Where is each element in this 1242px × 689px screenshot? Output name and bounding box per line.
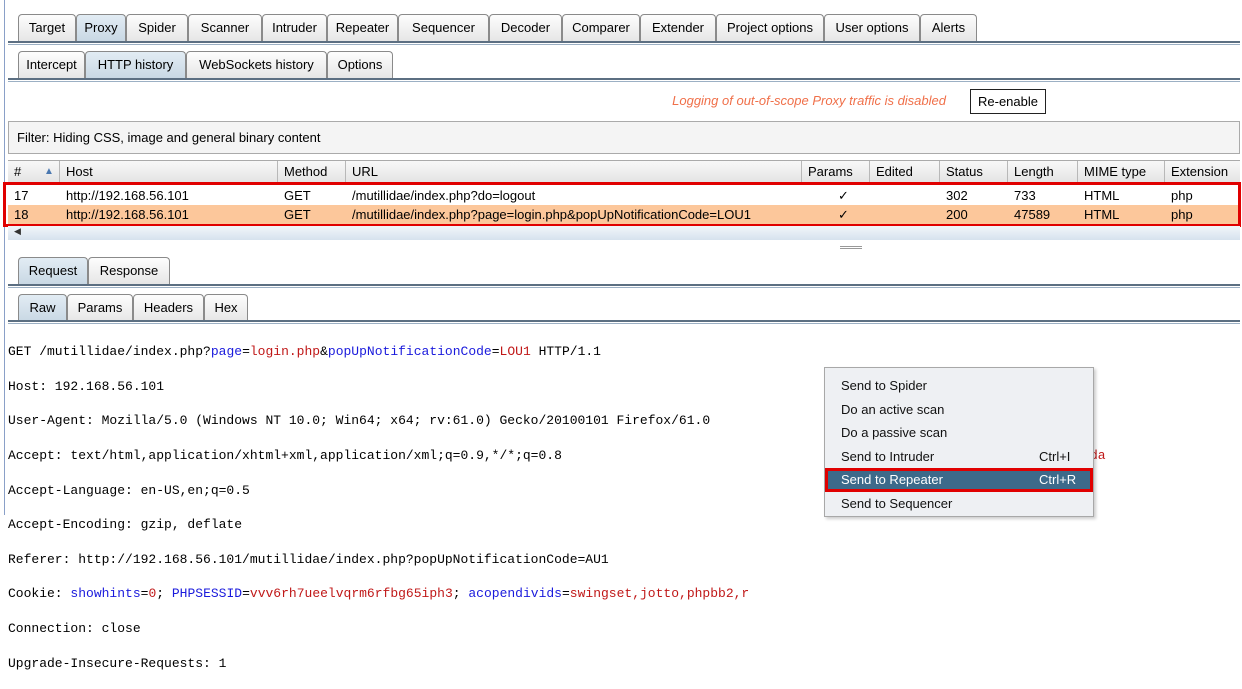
tab-request[interactable]: Request — [18, 257, 88, 284]
tab-repeater[interactable]: Repeater — [327, 14, 398, 41]
tab-intruder[interactable]: Intruder — [262, 14, 327, 41]
tab-spider[interactable]: Spider — [126, 14, 188, 41]
header-accept-encoding: Accept-Encoding: gzip, deflate — [8, 517, 243, 533]
logging-notice: Logging of out-of-scope Proxy traffic is… — [672, 93, 946, 108]
col-host[interactable]: Host — [60, 161, 278, 183]
horizontal-scrollbar[interactable]: ◀ — [8, 226, 1240, 240]
col-label: # — [14, 164, 22, 179]
tab-response[interactable]: Response — [88, 257, 170, 284]
tab-options[interactable]: Options — [327, 51, 393, 78]
menu-label: Send to Repeater — [841, 472, 943, 487]
menu-item-send-to-sequencer[interactable]: Send to Sequencer — [825, 492, 1093, 516]
menu-label: Send to Sequencer — [841, 495, 953, 511]
col-status[interactable]: Status — [940, 161, 1008, 183]
menu-item-active-scan[interactable]: Do an active scan — [825, 398, 1093, 422]
header-connection: Connection: close — [8, 621, 141, 637]
cookie-value: 0 — [148, 586, 157, 602]
menu-shortcut: Ctrl+I — [1039, 448, 1071, 464]
header-referer: Referer: http://192.168.56.101/mutillida… — [8, 551, 609, 567]
header-upgrade-insecure-requests: Upgrade-Insecure-Requests: 1 — [8, 655, 227, 671]
menu-label: Do an active scan — [841, 401, 945, 417]
cookie-name: PHPSESSID — [171, 586, 243, 602]
col-method[interactable]: Method — [278, 161, 346, 183]
col-length[interactable]: Length — [1008, 161, 1078, 183]
table-header: # ▲ Host Method URL Params Edited Status … — [8, 160, 1240, 183]
menu-label: Send to Spider — [841, 378, 928, 393]
text: = — [242, 344, 250, 360]
tab-proxy[interactable]: Proxy — [76, 14, 126, 41]
scroll-left-icon[interactable]: ◀ — [14, 226, 21, 237]
param-name: popUpNotificationCode — [327, 344, 492, 360]
menu-label: Send to Intruder — [841, 448, 935, 464]
tab-user-options[interactable]: User options — [824, 14, 920, 41]
tab-decoder[interactable]: Decoder — [489, 14, 562, 41]
tab-scanner[interactable]: Scanner — [188, 14, 262, 41]
reenable-button[interactable]: Re-enable — [970, 89, 1046, 114]
menu-item-passive-scan[interactable]: Do a passive scan — [825, 421, 1093, 445]
menu-item-send-to-repeater[interactable]: Send to Repeater Ctrl+R — [825, 468, 1093, 492]
divider — [8, 320, 1240, 324]
menu-label: Do a passive scan — [841, 425, 948, 440]
tab-params[interactable]: Params — [67, 294, 133, 321]
cookie-name: acopendivids — [468, 586, 562, 602]
col-mime-type[interactable]: MIME type — [1078, 161, 1165, 183]
menu-item-send-to-intruder[interactable]: Send to Intruder Ctrl+I — [825, 445, 1093, 469]
text: HTTP/1.1 — [530, 344, 601, 360]
tab-hex[interactable]: Hex — [204, 294, 248, 321]
request-line: GET /mutillidae/index.php?page=login.php… — [8, 343, 749, 360]
col-edited[interactable]: Edited — [870, 161, 940, 183]
header-cookie: Cookie: showhints=0; PHPSESSID=vvv6rh7ue… — [8, 586, 750, 602]
sort-ascending-icon: ▲ — [44, 166, 54, 177]
header-user-agent: User-Agent: Mozilla/5.0 (Windows NT 10.0… — [8, 413, 711, 429]
tab-comparer[interactable]: Comparer — [562, 14, 640, 41]
tab-http-history[interactable]: HTTP history — [85, 51, 186, 78]
context-menu: Send to Spider Do an active scan Do a pa… — [824, 367, 1094, 517]
param-value: login.php — [249, 344, 321, 360]
text: Cookie: — [8, 586, 71, 602]
divider — [8, 284, 1240, 288]
header-accept: Accept: text/html,application/xhtml+xml,… — [8, 448, 562, 464]
col-url[interactable]: URL — [346, 161, 802, 183]
header-accept-language: Accept-Language: en-US,en;q=0.5 — [8, 482, 250, 498]
tab-headers[interactable]: Headers — [133, 294, 204, 321]
tab-target[interactable]: Target — [18, 14, 76, 41]
col-extension[interactable]: Extension — [1165, 161, 1240, 183]
tab-alerts[interactable]: Alerts — [920, 14, 977, 41]
cookie-value: swingset,jotto,phpbb2,r — [569, 586, 750, 602]
tab-extender[interactable]: Extender — [640, 14, 716, 41]
menu-shortcut: Ctrl+R — [1039, 472, 1077, 487]
divider — [8, 41, 1240, 45]
menu-item-send-to-spider[interactable]: Send to Spider — [825, 374, 1093, 398]
request-editor[interactable]: GET /mutillidae/index.php?page=login.php… — [8, 326, 749, 689]
col-num[interactable]: # ▲ — [8, 161, 60, 183]
highlight-box — [3, 182, 1241, 227]
header-host: Host: 192.168.56.101 — [8, 378, 165, 394]
tab-project-options[interactable]: Project options — [716, 14, 824, 41]
col-params[interactable]: Params — [802, 161, 870, 183]
text: = — [491, 344, 500, 360]
param-value: LOU1 — [499, 344, 531, 360]
tab-websockets-history[interactable]: WebSockets history — [186, 51, 327, 78]
cookie-value: vvv6rh7ueelvqrm6rfbg65iph3 — [249, 586, 453, 602]
cookie-name: showhints — [70, 586, 141, 602]
tab-sequencer[interactable]: Sequencer — [398, 14, 489, 41]
text: GET /mutillidae/index.php? — [8, 344, 211, 360]
split-handle[interactable] — [840, 246, 862, 249]
param-name: page — [210, 344, 243, 360]
tab-intercept[interactable]: Intercept — [18, 51, 85, 78]
divider — [8, 78, 1240, 82]
filter-bar[interactable]: Filter: Hiding CSS, image and general bi… — [8, 121, 1240, 154]
tab-raw[interactable]: Raw — [18, 294, 67, 321]
text: & — [320, 344, 328, 360]
